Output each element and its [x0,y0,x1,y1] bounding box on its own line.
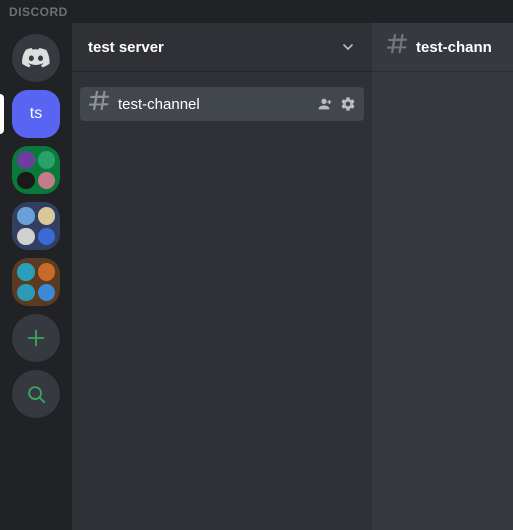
channel-sidebar: test server test-channel [72,22,372,530]
folder-guild-icon [38,263,56,281]
app-root: ts test serve [0,22,513,530]
guild-acronym: ts [30,105,42,123]
chat-area: test-chann [372,22,513,530]
folder-guild-icon [38,284,56,302]
chat-title: test-chann [416,39,492,56]
folder-guild-icon [17,207,35,225]
guild-folder-2[interactable] [12,202,60,250]
folder-guild-icon [38,151,56,169]
channel-name: test-channel [118,96,310,113]
home-button[interactable] [12,34,60,82]
folder-guild-icon [17,228,35,246]
add-server-button[interactable] [12,314,60,362]
channel-list: test-channel [72,71,372,137]
guild-folder-1[interactable] [12,146,60,194]
hash-icon [88,91,110,118]
folder-guild-icon [17,284,35,302]
guild-folder-3[interactable] [12,258,60,306]
server-name: test server [88,39,164,56]
guild-test-server[interactable]: ts [12,90,60,138]
folder-guild-icon [17,263,35,281]
server-header[interactable]: test server [72,23,372,71]
add-user-icon[interactable] [318,96,334,112]
folder-guild-icon [17,151,35,169]
main-panel: test server test-channel [72,22,513,530]
discord-logo-icon [22,48,50,68]
guild-sidebar: ts [0,22,72,530]
chevron-down-icon [340,39,356,55]
channel-item[interactable]: test-channel [80,87,364,121]
folder-guild-icon [38,172,56,190]
folder-guild-icon [38,228,56,246]
explore-button[interactable] [12,370,60,418]
brand-wordmark: DISCORD [9,5,68,19]
plus-icon [25,327,47,349]
search-icon [25,383,47,405]
folder-guild-icon [17,172,35,190]
hash-icon [386,34,408,61]
selection-pill [0,94,4,134]
chat-header: test-chann [372,23,513,71]
gear-icon[interactable] [340,96,356,112]
folder-guild-icon [38,207,56,225]
